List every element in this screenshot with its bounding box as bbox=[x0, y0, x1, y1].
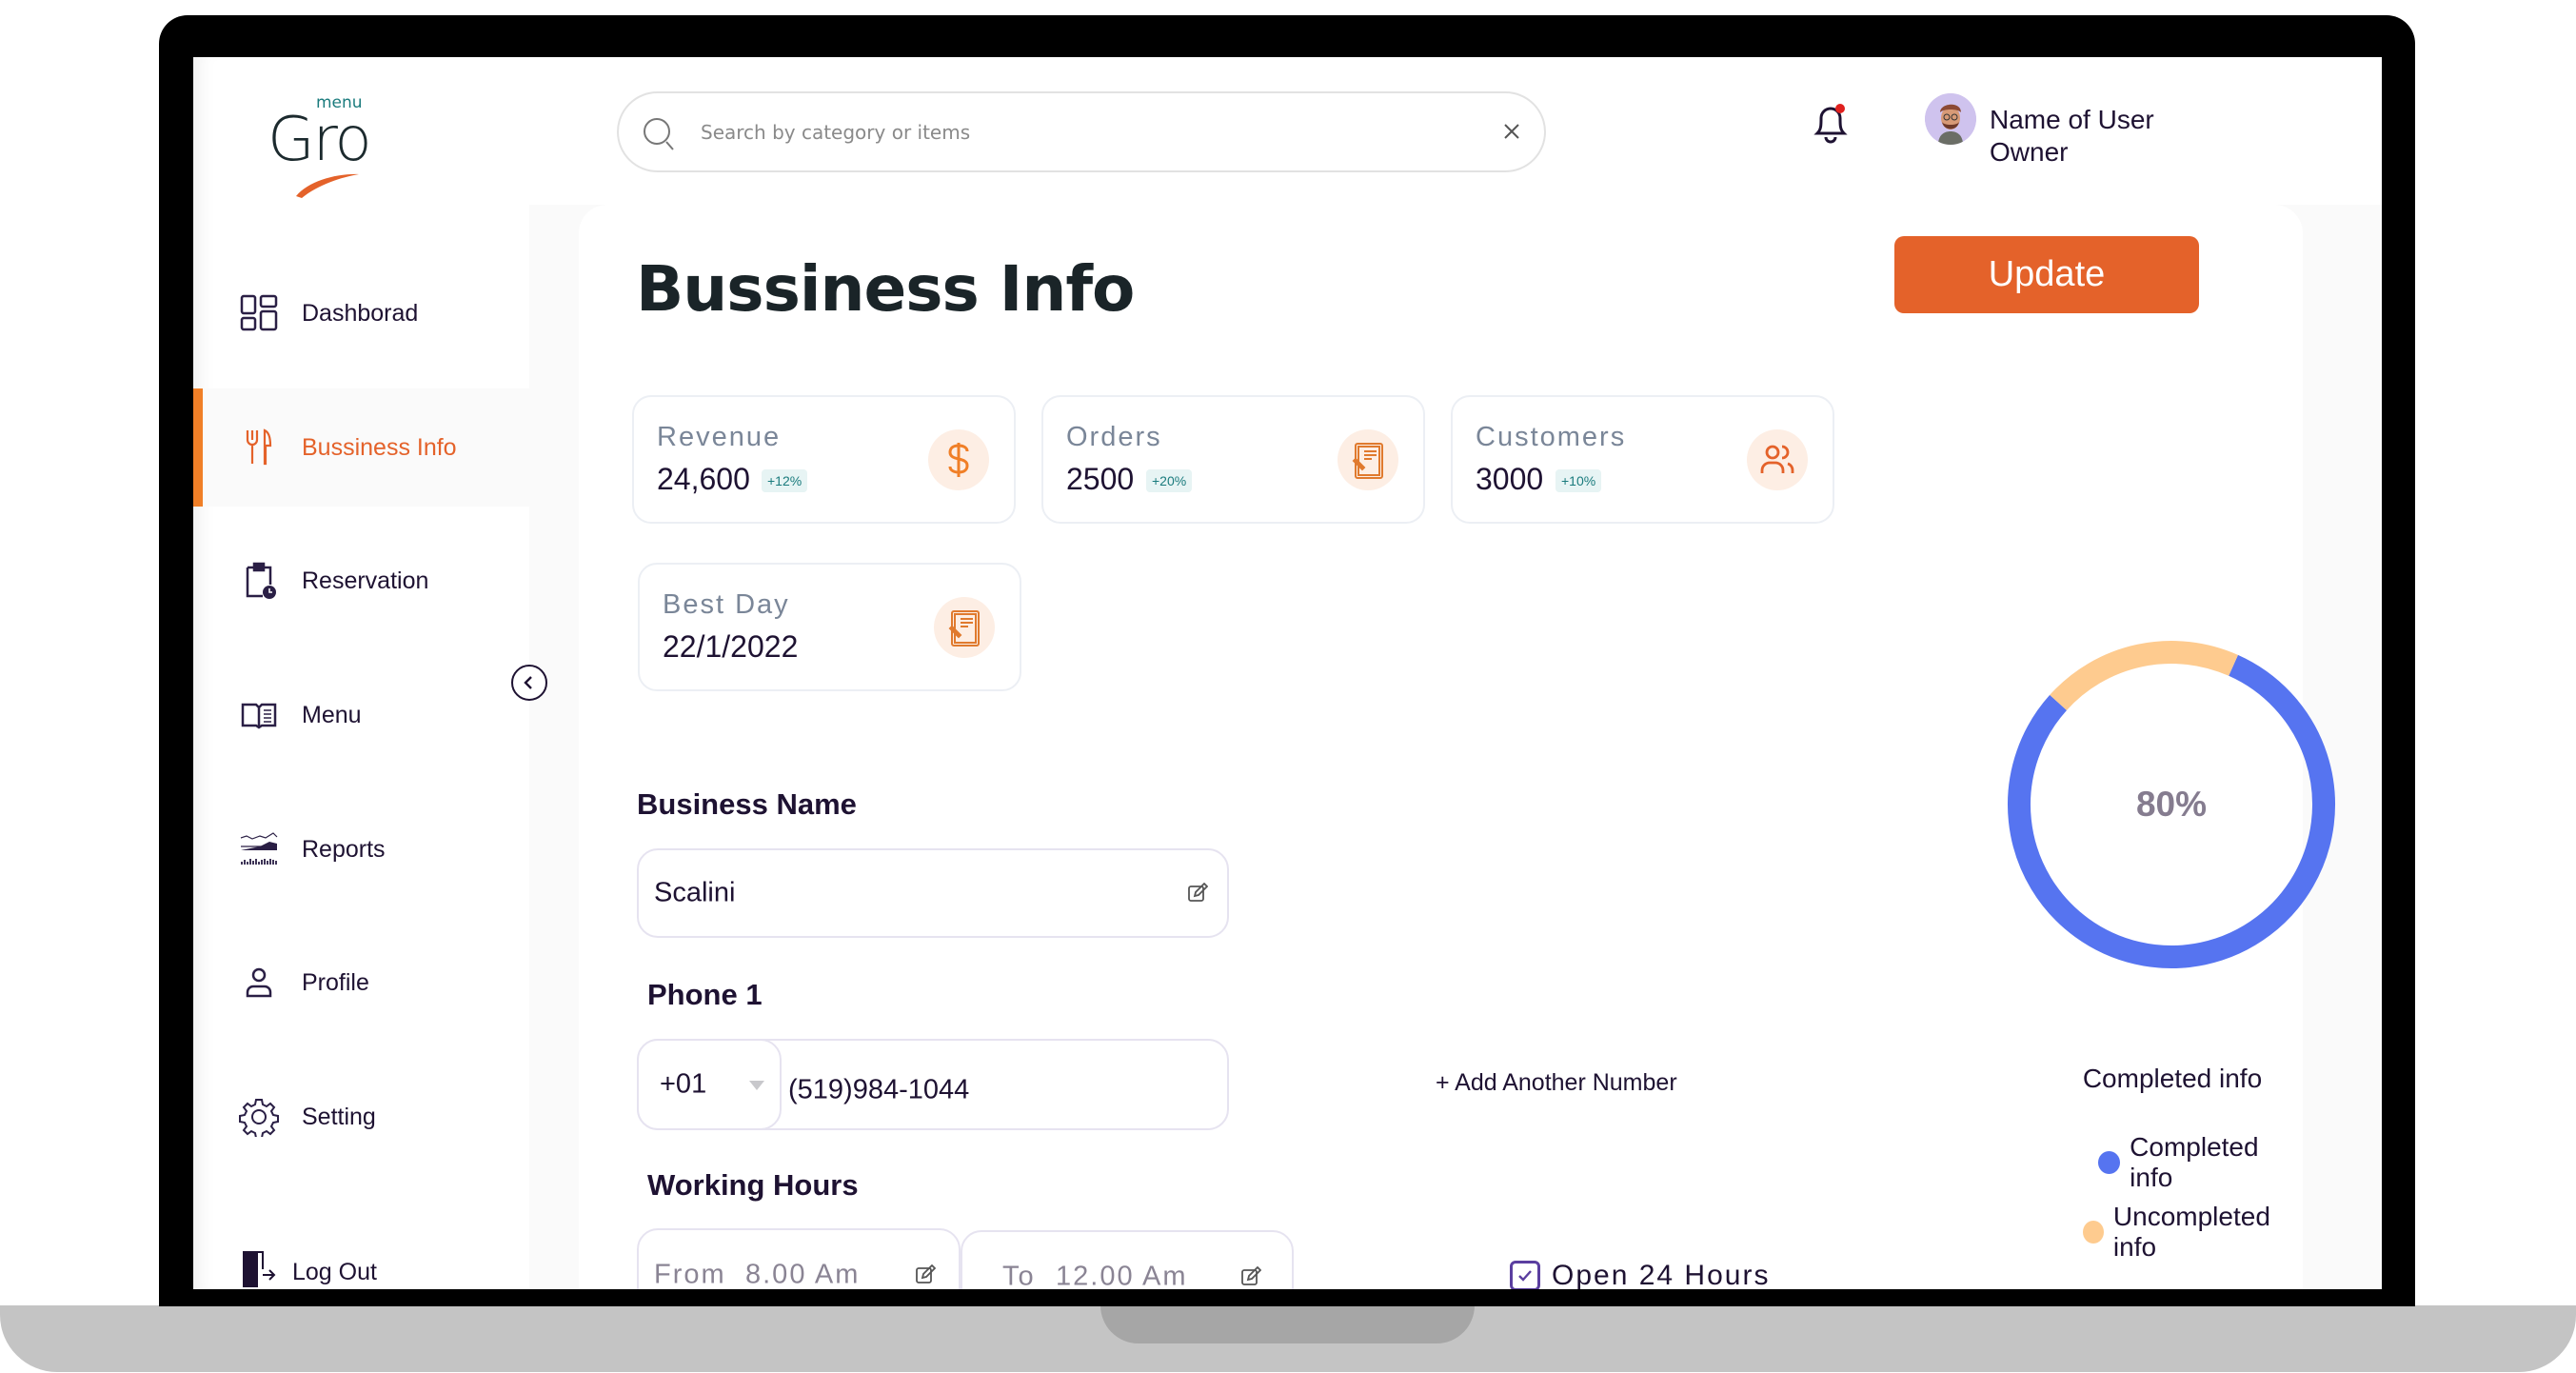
stat-label: Orders bbox=[1066, 422, 1162, 452]
to-label: To bbox=[1002, 1261, 1036, 1290]
edit-icon[interactable] bbox=[915, 1264, 936, 1285]
user-icon bbox=[239, 963, 279, 1003]
phone-field: +01 (519)984-1044 bbox=[637, 1039, 1229, 1130]
sidebar-item-setting[interactable]: Setting bbox=[193, 1058, 529, 1176]
app-screen: Gro menu Dashborad Bussiness Info Reserv… bbox=[193, 57, 2382, 1289]
from-time-value: 8.00 Am bbox=[745, 1259, 861, 1290]
dollar-icon bbox=[928, 429, 989, 490]
app-logo[interactable]: Gro menu bbox=[268, 93, 372, 198]
logo-subtext: menu bbox=[316, 93, 363, 112]
reports-chart-icon bbox=[239, 829, 279, 869]
sidebar-item-label: Bussiness Info bbox=[302, 433, 457, 461]
legend-label: Completed info bbox=[2130, 1132, 2259, 1192]
working-hours-label: Working Hours bbox=[647, 1168, 859, 1202]
user-name: Name of User bbox=[1990, 105, 2154, 134]
dropdown-caret-icon bbox=[749, 1081, 764, 1090]
from-label: From bbox=[654, 1259, 726, 1290]
sidebar-item-menu[interactable]: Menu bbox=[193, 656, 529, 774]
to-time-field[interactable]: To 12.00 Am bbox=[961, 1230, 1294, 1289]
business-name-value: Scalini bbox=[654, 877, 736, 908]
stat-card-customers: Customers 3000 +10% bbox=[1451, 395, 1834, 524]
edit-icon[interactable] bbox=[1187, 883, 1208, 904]
logout-icon bbox=[239, 1249, 279, 1289]
dashboard-grid-icon bbox=[239, 293, 279, 333]
stat-badge: +10% bbox=[1556, 469, 1602, 492]
legend-item-completed: Completed info bbox=[2098, 1132, 2303, 1193]
search-icon bbox=[644, 118, 674, 150]
sidebar-item-label: Menu bbox=[302, 701, 362, 728]
search-bar[interactable] bbox=[617, 91, 1546, 172]
clipboard-clock-icon bbox=[239, 561, 279, 601]
fork-knife-icon bbox=[239, 428, 279, 468]
stat-badge: +20% bbox=[1146, 469, 1193, 492]
gear-icon bbox=[239, 1097, 279, 1137]
update-button[interactable]: Update bbox=[1894, 236, 2199, 313]
edit-icon[interactable] bbox=[1240, 1266, 1261, 1287]
stat-card-best-day: Best Day 22/1/2022 bbox=[638, 563, 1021, 691]
sidebar-item-business-info[interactable]: Bussiness Info bbox=[193, 388, 529, 507]
add-another-number-link[interactable]: + Add Another Number bbox=[1436, 1069, 1677, 1097]
legend-label: Uncompleted info bbox=[2112, 1202, 2270, 1262]
sidebar-item-reports[interactable]: Reports bbox=[193, 790, 529, 908]
user-role: Owner bbox=[1990, 137, 2069, 167]
from-time-field[interactable]: From 8.00 Am bbox=[637, 1228, 961, 1289]
sidebar-item-dashboard[interactable]: Dashborad bbox=[193, 254, 529, 372]
clipboard-icon bbox=[1338, 429, 1398, 490]
logo-text: Gro bbox=[268, 105, 372, 175]
sidebar-item-label: Reservation bbox=[302, 567, 429, 594]
stat-value: 24,600 bbox=[657, 462, 750, 496]
donut-center-label: 80% bbox=[2135, 785, 2208, 824]
sidebar-item-reservation[interactable]: Reservation bbox=[193, 522, 529, 640]
open-24-hours-checkbox[interactable]: Open 24 Hours bbox=[1510, 1260, 1770, 1289]
legend-swatch-uncompleted bbox=[2083, 1221, 2104, 1244]
business-name-label: Business Name bbox=[637, 787, 857, 821]
notification-bell-icon[interactable] bbox=[1810, 99, 1852, 147]
stat-label: Best Day bbox=[663, 589, 790, 620]
legend-item-uncompleted: Uncompleted info bbox=[2083, 1202, 2303, 1263]
stat-value: 22/1/2022 bbox=[663, 629, 799, 664]
stat-label: Customers bbox=[1476, 422, 1627, 452]
checkbox-box[interactable] bbox=[1510, 1261, 1540, 1289]
open-book-icon bbox=[239, 695, 279, 735]
collapse-sidebar-button[interactable] bbox=[511, 665, 547, 701]
country-code-value: +01 bbox=[660, 1068, 707, 1100]
stat-badge: +12% bbox=[762, 469, 808, 492]
business-info-panel: Bussiness Info Update Revenue 24,600 +12… bbox=[579, 205, 2335, 1289]
avatar[interactable] bbox=[1925, 93, 1976, 145]
page-title: Bussiness Info bbox=[636, 252, 1135, 326]
stat-value: 3000 bbox=[1476, 462, 1544, 496]
sidebar-item-label: Reports bbox=[302, 835, 386, 863]
stat-card-orders: Orders 2500 +20% bbox=[1041, 395, 1425, 524]
sidebar-item-label: Dashborad bbox=[302, 299, 419, 327]
sidebar-item-label: Setting bbox=[302, 1103, 376, 1130]
sidebar-item-profile[interactable]: Profile bbox=[193, 924, 529, 1042]
clipboard-icon bbox=[934, 597, 995, 658]
stat-label: Revenue bbox=[657, 422, 782, 452]
logo-swoosh-icon bbox=[296, 173, 359, 198]
search-input[interactable] bbox=[701, 112, 1443, 152]
sidebar-item-label: Profile bbox=[302, 968, 369, 996]
checkmark-icon bbox=[1518, 1270, 1532, 1282]
open-24-hours-label: Open 24 Hours bbox=[1552, 1260, 1771, 1289]
sidebar-item-logout[interactable]: Log Out bbox=[193, 1247, 529, 1289]
chart-title: Completed info bbox=[2082, 1064, 2263, 1093]
users-icon bbox=[1747, 429, 1808, 490]
legend-swatch-completed bbox=[2098, 1151, 2121, 1174]
chevron-left-icon bbox=[524, 676, 532, 689]
sidebar-item-label: Log Out bbox=[292, 1259, 377, 1285]
stat-card-revenue: Revenue 24,600 +12% bbox=[632, 395, 1016, 524]
stat-value: 2500 bbox=[1066, 462, 1135, 496]
phone-number-input[interactable]: (519)984-1044 bbox=[788, 1075, 969, 1106]
completion-donut-chart: 80% bbox=[2000, 633, 2343, 976]
phone-label: Phone 1 bbox=[647, 978, 763, 1011]
country-code-select[interactable]: +01 bbox=[637, 1039, 782, 1130]
to-time-value: 12.00 Am bbox=[1056, 1261, 1188, 1290]
sidebar: Gro menu Dashborad Bussiness Info Reserv… bbox=[193, 57, 529, 1289]
close-icon[interactable] bbox=[1500, 120, 1523, 143]
laptop-notch bbox=[1100, 1305, 1475, 1343]
business-name-field[interactable]: Scalini bbox=[637, 848, 1229, 938]
